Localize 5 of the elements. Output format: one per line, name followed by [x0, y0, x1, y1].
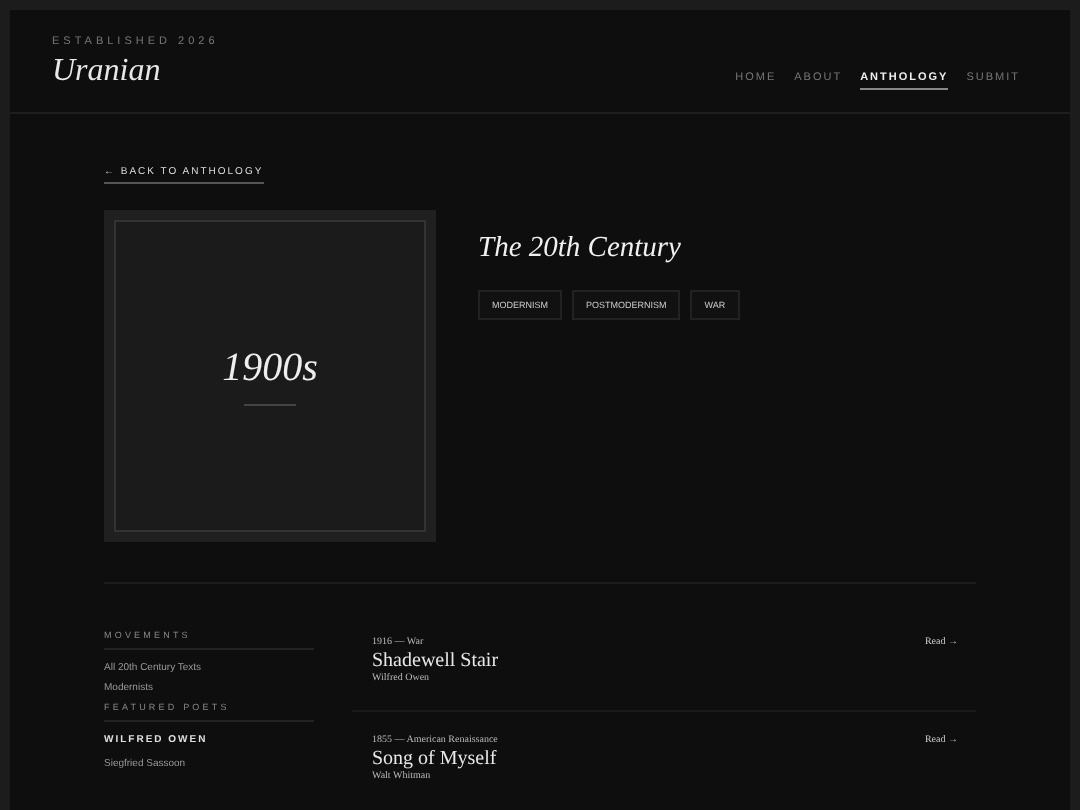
work-title[interactable]: Song of Myself	[372, 748, 498, 770]
cover-label: 1900s	[222, 346, 318, 392]
page-title: The 20th Century	[478, 232, 683, 266]
work-title[interactable]: Shadewell Stair	[372, 650, 499, 672]
site-logo[interactable]: Uranian	[52, 54, 219, 90]
